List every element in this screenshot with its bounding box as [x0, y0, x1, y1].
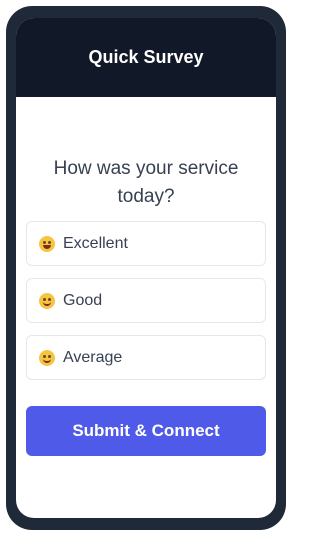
option-label: Average	[63, 348, 123, 366]
grinning-face-icon	[39, 235, 55, 252]
option-excellent[interactable]: Excellent	[26, 221, 266, 266]
smiling-face-icon	[39, 349, 55, 366]
submit-label: Submit & Connect	[72, 421, 220, 440]
options-list: Excellent Good Average	[26, 221, 266, 380]
option-label: Excellent	[63, 234, 128, 252]
survey-screen: Quick Survey How was your service today?…	[16, 18, 276, 518]
option-label: Good	[63, 291, 103, 309]
survey-question: How was your service today?	[53, 158, 239, 207]
page-title: Quick Survey	[88, 47, 204, 67]
submit-button[interactable]: Submit & Connect	[26, 406, 266, 456]
device-frame: Quick Survey How was your service today?…	[6, 6, 286, 530]
option-good[interactable]: Good	[26, 278, 266, 323]
smiling-face-icon	[39, 292, 55, 309]
header-bar: Quick Survey	[16, 18, 276, 97]
option-average[interactable]: Average	[26, 335, 266, 380]
